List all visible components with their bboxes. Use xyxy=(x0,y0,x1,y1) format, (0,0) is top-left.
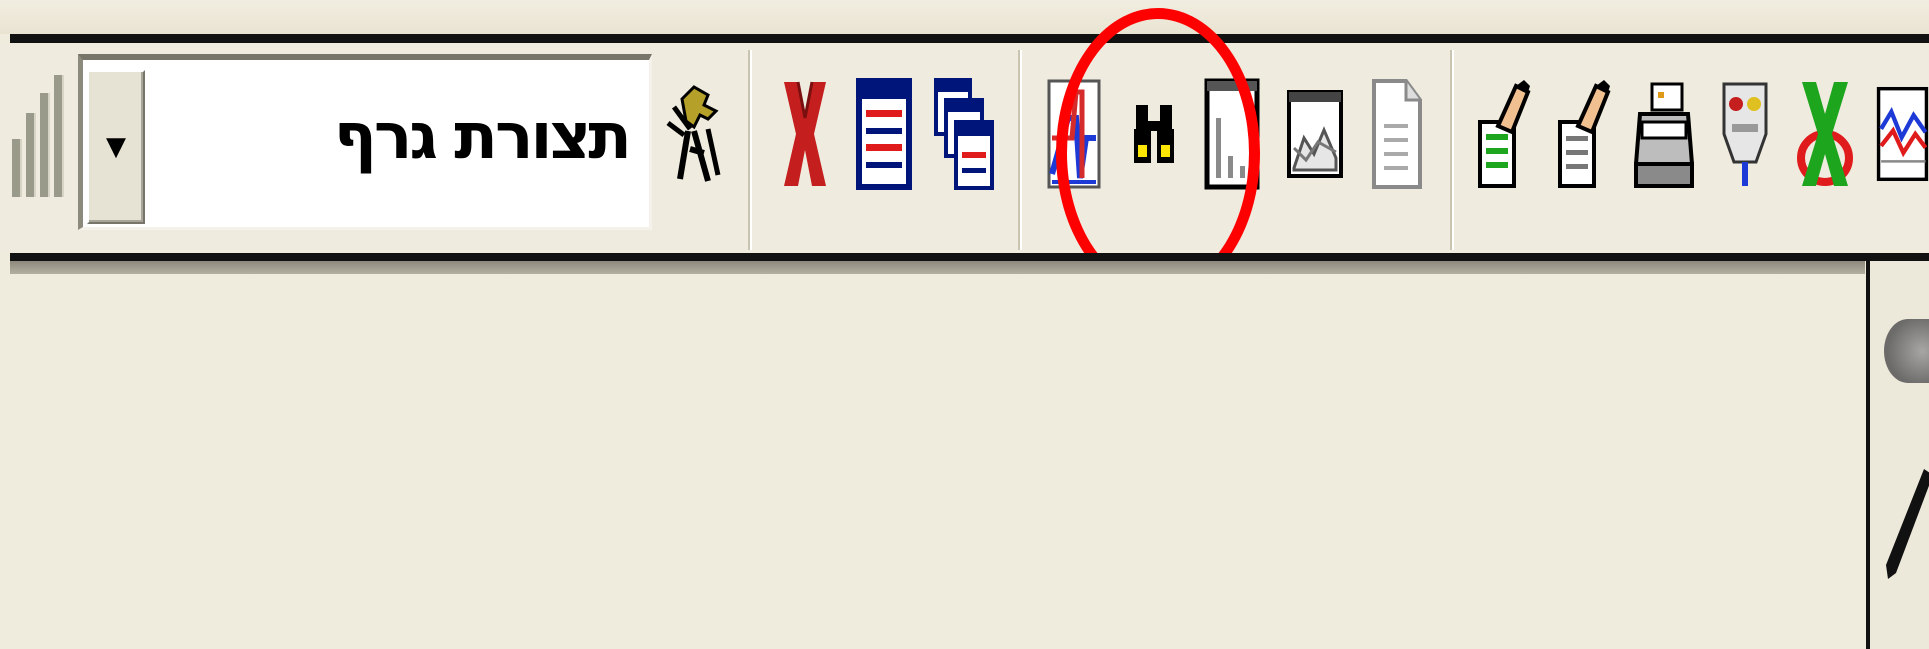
toolbar-bottom-border xyxy=(10,253,1929,261)
chart-type-select[interactable]: ▼ תצורת גרף xyxy=(78,54,652,230)
application-window: ▼ תצורת גרף xyxy=(0,0,1929,649)
pencil-icon[interactable] xyxy=(1884,469,1929,585)
bar-chart-grip-icon[interactable] xyxy=(8,75,66,197)
toolbar-top-border xyxy=(10,34,1929,43)
gear-icon[interactable] xyxy=(1884,319,1929,383)
edit-green-sheet-icon[interactable] xyxy=(1476,78,1532,190)
multi-line-chart-icon[interactable] xyxy=(1876,78,1929,190)
side-panel xyxy=(1866,261,1929,649)
chevron-down-icon: ▼ xyxy=(106,132,126,162)
toolbar-bottom-shadow xyxy=(10,261,1865,274)
printer-icon[interactable] xyxy=(1634,78,1694,190)
edit-sheet-icon[interactable] xyxy=(1556,78,1612,190)
cancel-x-icon[interactable] xyxy=(1796,78,1854,190)
title-strip xyxy=(0,0,1929,34)
multiple-sheets-icon[interactable] xyxy=(934,78,994,190)
document-icon[interactable] xyxy=(1370,78,1424,190)
wall-plug-icon[interactable] xyxy=(1716,78,1774,190)
chart-type-dropdown-button[interactable]: ▼ xyxy=(87,70,145,224)
delete-icon[interactable] xyxy=(778,78,832,190)
area-chart-icon[interactable] xyxy=(1286,78,1344,190)
toolbar-separator xyxy=(1018,50,1022,250)
chart-wizard-icon[interactable] xyxy=(664,78,726,190)
data-sheet-icon[interactable] xyxy=(856,78,912,190)
toolbar-separator xyxy=(1450,50,1454,250)
toolbar-separator xyxy=(748,50,752,250)
chart-canvas-area xyxy=(10,274,1866,649)
chart-type-value: תצורת גרף xyxy=(333,100,632,174)
